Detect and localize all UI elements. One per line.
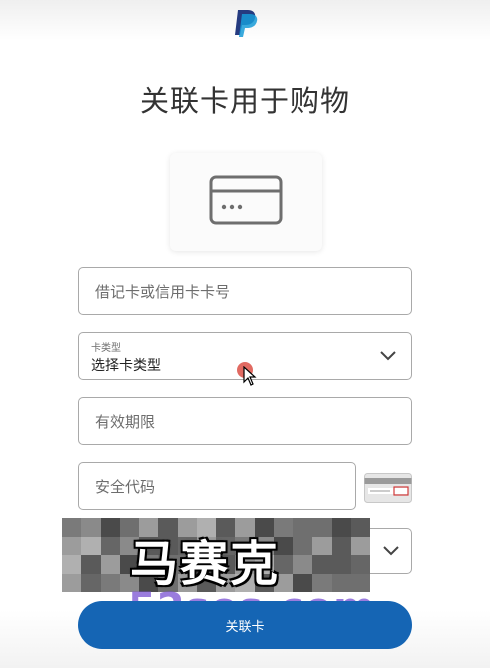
expiry-placeholder: 有效期限: [95, 413, 156, 431]
page-title: 关联卡用于购物: [139, 84, 350, 118]
mosaic-caption: 马赛克: [130, 536, 281, 592]
paypal-logo: [235, 10, 258, 37]
security-code-field[interactable]: 安全代码: [78, 462, 356, 510]
card-illustration: [170, 153, 322, 251]
expiry-field[interactable]: 有效期限: [78, 397, 412, 445]
card-type-value: 选择卡类型: [91, 358, 161, 374]
card-type-label: 卡类型: [91, 343, 121, 354]
security-code-placeholder: 安全代码: [95, 478, 156, 496]
card-back-cvv-icon: [364, 473, 412, 503]
credit-card-icon: [209, 175, 283, 225]
card-number-field[interactable]: 借记卡或信用卡卡号: [78, 267, 412, 315]
link-card-button[interactable]: 关联卡: [78, 601, 412, 649]
card-number-placeholder: 借记卡或信用卡卡号: [95, 283, 231, 301]
chevron-down-icon: [380, 351, 396, 361]
chevron-down-icon: [383, 546, 399, 556]
hidden-select-field[interactable]: [368, 528, 412, 574]
mouse-cursor-icon: [243, 366, 257, 386]
